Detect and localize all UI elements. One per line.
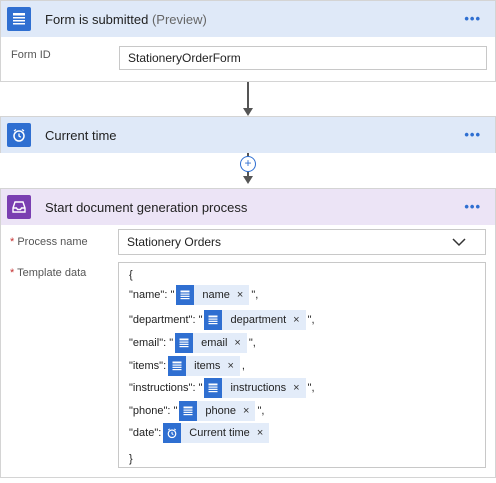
template-key: "items": [129,360,167,372]
template-tail: ", [307,314,315,326]
template-key: "phone": " [129,405,178,417]
current-time-title: Current time [45,127,117,143]
remove-token-icon[interactable]: × [257,427,263,439]
template-data-label: * Template data [10,267,86,279]
template-data-field[interactable]: {"name": " name × ", "department": " departme… [118,262,486,468]
required-marker: * [10,236,15,248]
form-icon [176,285,195,305]
json-brace: } [129,449,133,469]
dynamic-content-token[interactable]: instructions × [204,378,306,398]
doc-gen-header[interactable]: Start document generation process ••• [1,189,495,225]
remove-token-icon[interactable]: × [243,405,249,417]
template-line: "name": " name × ", [129,285,258,305]
connector-arrow-icon [243,108,253,116]
form-icon [204,310,223,330]
process-name-value: Stationery Orders [127,235,222,249]
template-key: "instructions": " [129,382,203,394]
token-label: phone [205,405,237,417]
template-tail: ", [307,382,315,394]
dynamic-content-token[interactable]: email × [175,333,247,353]
form-id-label: Form ID [11,49,51,61]
trigger-title-text: Form is submitted [45,11,149,27]
token-label: name [202,289,230,301]
trigger-title-suffix: (Preview) [151,11,207,27]
template-key: "department": " [129,314,203,326]
alarm-clock-icon [7,123,31,147]
connector-arrow-icon [243,176,253,184]
doc-gen-more-button[interactable]: ••• [464,199,481,214]
form-id-field[interactable]: StationeryOrderForm [119,46,487,70]
token-label: department [230,314,287,326]
template-tail: ", [251,289,259,301]
template-data-label-text: Template data [17,267,87,279]
connector-line [247,82,249,109]
trigger-title: Form is submitted (Preview) [45,12,207,27]
template-tail: ", [248,337,256,349]
process-name-label: * Process name [10,236,88,248]
token-label: instructions [230,382,287,394]
process-name-select[interactable]: Stationery Orders [118,229,486,255]
template-tail: , [241,360,245,372]
remove-token-icon[interactable]: × [234,337,240,349]
form-icon [175,333,194,353]
trigger-card: Form is submitted (Preview) ••• Form ID … [0,0,496,82]
form-id-row: Form ID StationeryOrderForm [1,37,495,73]
template-key: "email": " [129,337,174,349]
template-line: "date": Current time × [129,423,271,443]
form-icon [179,401,198,421]
remove-token-icon[interactable]: × [293,314,299,326]
template-line: "instructions": " instructions × ", [129,378,315,398]
dynamic-content-token[interactable]: department × [204,310,306,330]
template-line: "department": " department × ", [129,310,315,330]
process-name-label-text: Process name [17,236,88,248]
json-brace-text: { [129,269,133,281]
token-label: email [201,337,228,349]
template-line: "email": " email × ", [129,333,256,353]
chevron-down-icon[interactable] [451,234,467,250]
token-label: items [194,360,221,372]
template-tail: ", [257,405,265,417]
form-icon [7,7,31,31]
remove-token-icon[interactable]: × [227,360,233,372]
dynamic-content-token[interactable]: name × [176,285,250,305]
required-marker: * [10,267,15,279]
form-icon [168,356,187,376]
dynamic-content-token[interactable]: Current time × [163,423,270,443]
dynamic-content-token[interactable]: items × [168,356,240,376]
current-time-card: Current time ••• [0,116,496,153]
form-icon [204,378,223,398]
current-time-more-button[interactable]: ••• [464,127,481,142]
alarm-clock-icon [163,423,182,443]
current-time-header[interactable]: Current time ••• [1,117,495,153]
template-line: "phone": " phone × ", [129,401,264,421]
dynamic-content-token[interactable]: phone × [179,401,256,421]
token-label: Current time [189,427,250,439]
trigger-header[interactable]: Form is submitted (Preview) ••• [1,1,495,37]
template-key: "name": " [129,289,175,301]
trigger-more-button[interactable]: ••• [464,11,481,26]
remove-token-icon[interactable]: × [293,382,299,394]
json-brace-text: } [129,453,133,465]
json-brace: { [129,265,133,285]
inbox-tray-icon [7,195,31,219]
template-line: "items": items ×, [129,356,245,376]
doc-gen-title: Start document generation process [45,199,248,215]
add-step-button[interactable]: + [240,156,256,172]
remove-token-icon[interactable]: × [237,289,243,301]
template-key: "date": [129,427,162,439]
